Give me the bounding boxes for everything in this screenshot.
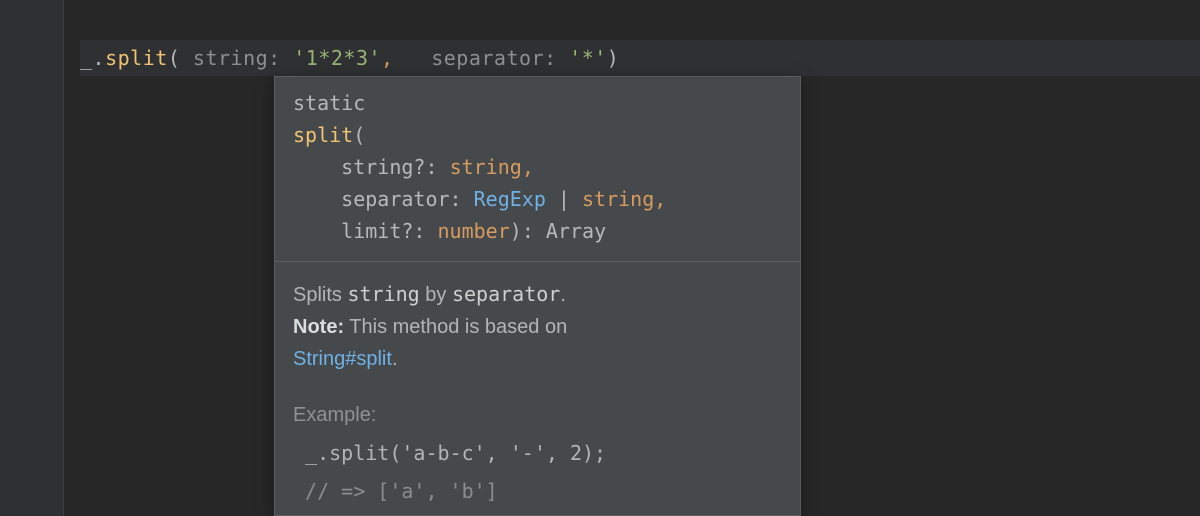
sig-open-paren: (	[353, 123, 365, 147]
sig-ret-sep: :	[522, 219, 546, 243]
doc-example-label: Example:	[293, 399, 782, 431]
sig-colon2: :	[450, 187, 474, 211]
code-arg1: '1*2*3'	[293, 46, 381, 70]
sig-p2-name: separator	[341, 187, 449, 211]
sig-p1-type: string	[450, 155, 522, 179]
sig-static: static	[293, 91, 365, 115]
doc-text: by	[420, 284, 452, 306]
code-comma: ,	[381, 46, 394, 70]
doc-link[interactable]: String#split	[293, 348, 392, 370]
sig-p3-type: number	[438, 219, 510, 243]
signature-block: static split( string?: string, separator…	[275, 77, 800, 262]
doc-summary: Splits string by separator.	[293, 278, 782, 311]
code-dot: .	[93, 46, 106, 70]
sig-p2-type-regexp: RegExp	[474, 187, 546, 211]
code-arg2: '*'	[569, 46, 607, 70]
param-hint-string: string:	[180, 46, 293, 70]
doc-example-code: _.split('a-b-c', '-', 2);	[293, 437, 782, 469]
code-method: split	[105, 46, 168, 70]
code-close-paren: )	[607, 46, 620, 70]
editor-area[interactable]: _.split( string: '1*2*3', separator: '*'…	[64, 0, 1200, 516]
sig-p2-type-string: string	[582, 187, 654, 211]
doc-text: Splits	[293, 284, 347, 306]
doc-note-text: This method is based on	[344, 316, 567, 338]
sig-p1-name: string?	[341, 155, 425, 179]
sig-close-paren: )	[510, 219, 522, 243]
code-line[interactable]: _.split( string: '1*2*3', separator: '*'…	[80, 40, 1200, 76]
doc-code-string: string	[347, 282, 419, 306]
doc-code-separator: separator	[452, 282, 560, 306]
sig-pipe: |	[546, 187, 582, 211]
code-prefix: _	[80, 46, 93, 70]
line-gutter	[0, 0, 64, 516]
sig-p3-name: limit?	[341, 219, 413, 243]
sig-colon1: :	[425, 155, 449, 179]
sig-fn-name: split	[293, 123, 353, 147]
sig-return-type: Array	[546, 219, 606, 243]
doc-link-line: String#split.	[293, 343, 782, 375]
doc-example-result: // => ['a', 'b']	[293, 475, 782, 507]
doc-text: .	[560, 284, 566, 306]
doc-link-suffix: .	[392, 348, 398, 370]
sig-colon3: :	[413, 219, 437, 243]
code-open-paren: (	[168, 46, 181, 70]
quickdoc-tooltip[interactable]: static split( string?: string, separator…	[274, 76, 801, 516]
sig-comma1: ,	[522, 155, 534, 179]
doc-note-label: Note:	[293, 316, 344, 338]
editor-root: _.split( string: '1*2*3', separator: '*'…	[0, 0, 1200, 516]
doc-block: Splits string by separator. Note: This m…	[275, 262, 800, 515]
doc-note: Note: This method is based on	[293, 311, 782, 343]
param-hint-separator: separator:	[394, 46, 570, 70]
sig-comma2: ,	[654, 187, 666, 211]
